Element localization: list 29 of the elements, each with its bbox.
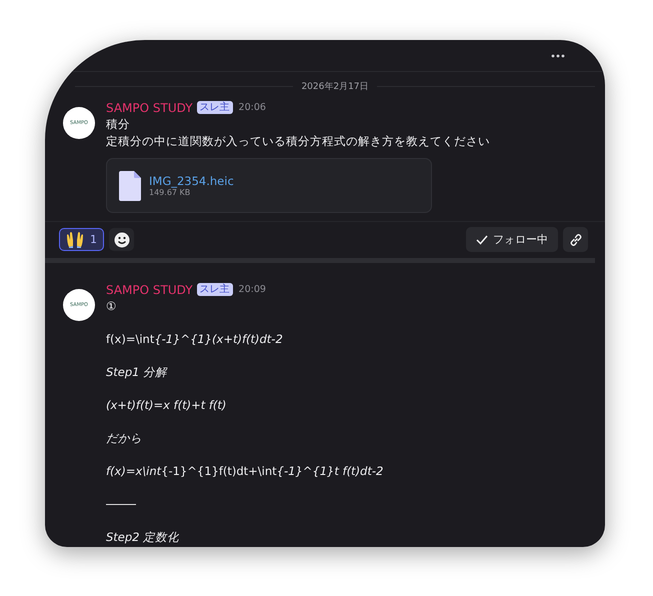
message-text: f(x)=x\int{-1}^{1}f(t)dt+\int{-1}^{1}t f(t)dt-2 [106, 463, 384, 480]
smiley-icon [114, 232, 130, 248]
file-name[interactable]: IMG_2354.heic [149, 174, 234, 188]
reaction-button[interactable]: 1 [59, 228, 104, 251]
message-text: 定積分の中に道関数が入っている積分方程式の解き方を教えてください [106, 132, 491, 149]
message-text: Step2 定数化 [106, 529, 180, 546]
author-badge: スレ主 [196, 283, 233, 296]
check-icon [476, 234, 488, 244]
timestamp: 20:09 [238, 284, 266, 295]
message-text: (x+t)f(t)=x f(t)+t f(t) [106, 397, 228, 414]
follow-button[interactable]: フォロー中 [466, 227, 558, 252]
file-size: 149.67 KB [149, 188, 192, 197]
add-reaction-button[interactable] [109, 228, 134, 251]
author-badge: スレ主 [196, 101, 233, 114]
more-icon[interactable] [551, 54, 565, 58]
raised-hands-icon [66, 231, 84, 248]
author-name[interactable]: SAMPO STUDY [106, 282, 193, 296]
message-text: だから [106, 430, 143, 446]
file-attachment[interactable]: IMG_2354.heic 149.67 KB [106, 158, 432, 213]
author-name[interactable]: SAMPO STUDY [106, 100, 193, 114]
file-icon [119, 170, 141, 200]
copy-link-button[interactable] [563, 227, 588, 252]
message-text: 積分 [106, 116, 131, 132]
message-text: Step1 分解 [106, 364, 168, 380]
message-text: ① [106, 298, 118, 314]
timestamp: 20:06 [238, 102, 266, 113]
date-divider: 2026年2月17日 [301, 80, 369, 93]
link-icon [568, 232, 582, 246]
message-text: f(x)=\int{-1}^{1}(x+t)f(t)dt-2 [106, 331, 284, 348]
